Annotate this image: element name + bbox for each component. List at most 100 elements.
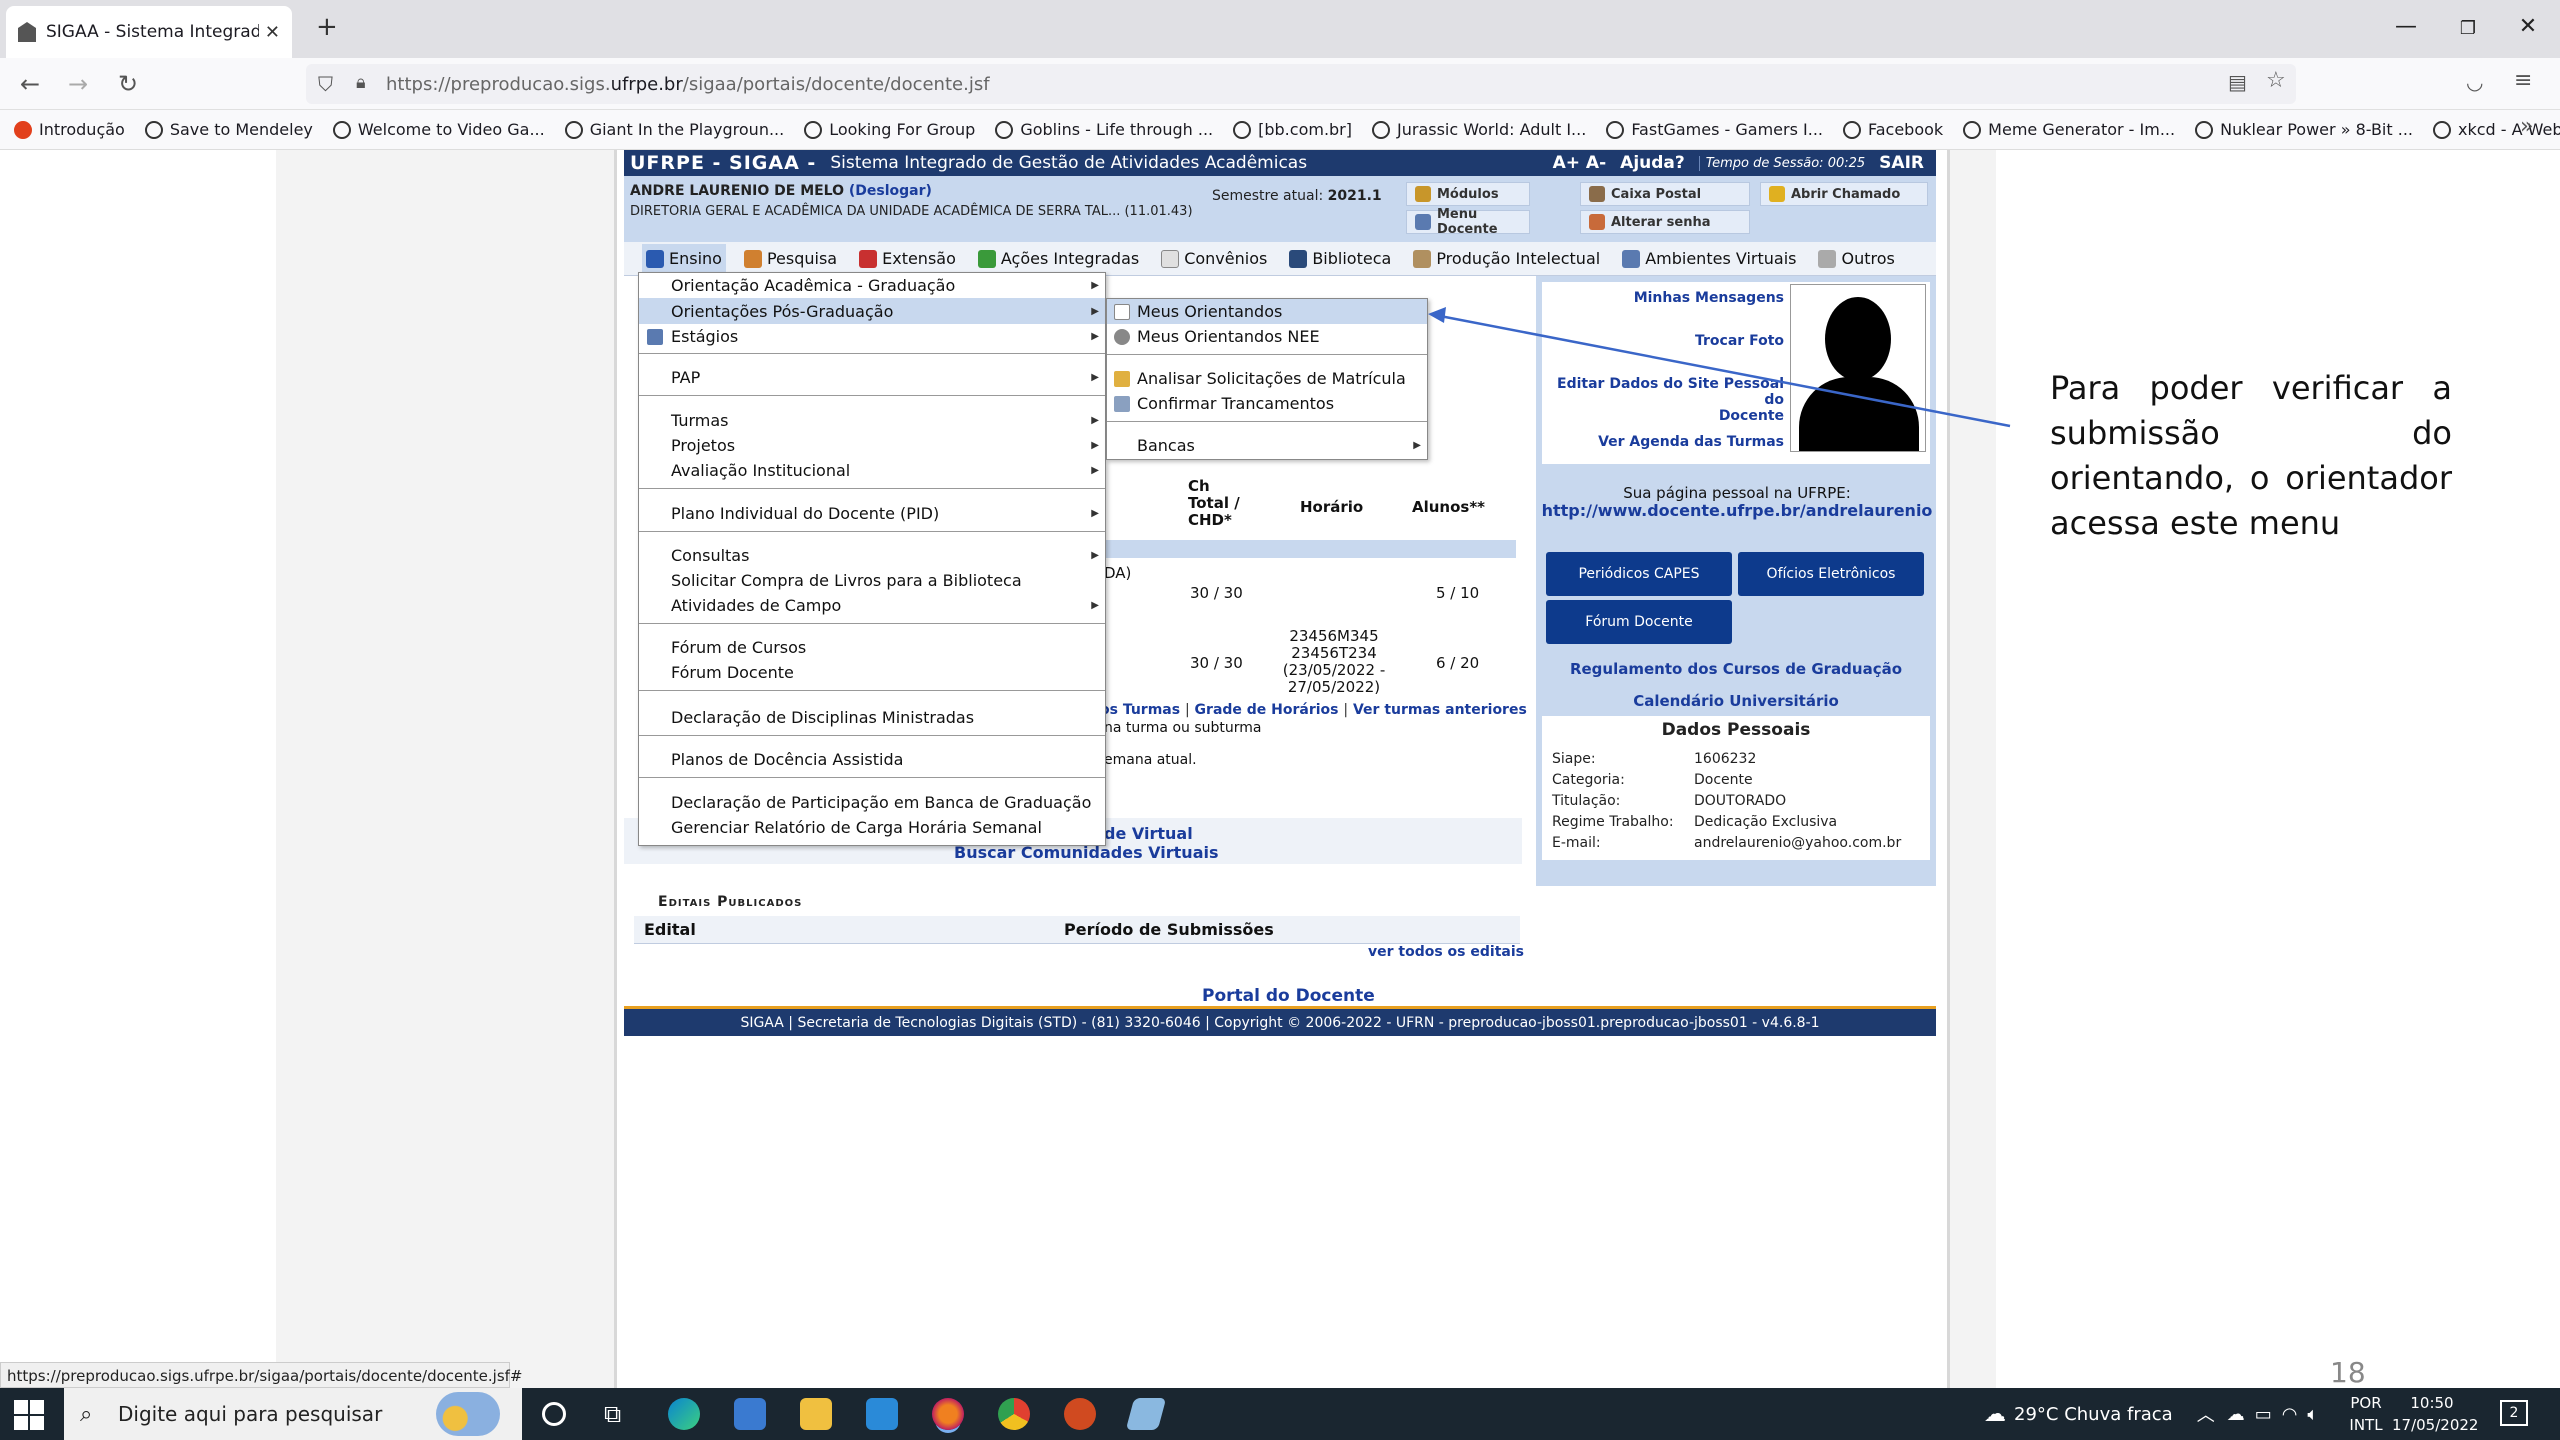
menu-item-consultas[interactable]: Consultas ▶: [639, 543, 1105, 568]
menu-item-relatorio-carga[interactable]: Gerenciar Relatório de Carga Horária Sem…: [639, 815, 1105, 840]
calendario-link[interactable]: Calendário Universitário: [1536, 692, 1936, 710]
browser-tab[interactable]: SIGAA - Sistema Integrado de G ✕: [6, 6, 292, 58]
submenu-orientandos-nee[interactable]: Meus Orientandos NEE: [1107, 324, 1427, 349]
task-view-icon[interactable]: ⧉: [604, 1400, 621, 1428]
pocket-icon[interactable]: ◡: [2466, 70, 2483, 94]
menu-outros[interactable]: Outros: [1814, 244, 1898, 274]
help-link[interactable]: Ajuda?: [1620, 153, 1685, 173]
menu-item-compra-livros[interactable]: Solicitar Compra de Livros para a Biblio…: [639, 568, 1105, 593]
regulamento-link[interactable]: Regulamento dos Cursos de Graduação: [1536, 660, 1936, 678]
volume-icon[interactable]: 🔈︎: [2307, 1404, 2318, 1425]
menu-item-estagios[interactable]: Estágios ▶: [639, 324, 1105, 349]
submenu-analisar-solicitacoes[interactable]: Analisar Solicitações de Matrícula: [1107, 366, 1427, 391]
lock-icon[interactable]: 🔒︎: [356, 72, 366, 93]
onedrive-icon[interactable]: ☁: [2227, 1404, 2245, 1425]
menu-item-turmas[interactable]: Turmas ▶: [639, 408, 1105, 433]
logoff-link[interactable]: (Deslogar): [849, 183, 932, 199]
menu-pesquisa[interactable]: Pesquisa: [740, 244, 841, 274]
wifi-icon[interactable]: ◠: [2282, 1404, 2298, 1425]
new-tab-button[interactable]: +: [316, 12, 338, 42]
restore-icon[interactable]: ❐: [2448, 18, 2488, 39]
close-window-icon[interactable]: ✕: [2508, 14, 2548, 39]
language-indicator[interactable]: POR INTL: [2346, 1392, 2386, 1436]
notification-center-icon[interactable]: 2: [2500, 1400, 2528, 1426]
menu-item-declaracao-disciplinas[interactable]: Declaração de Disciplinas Ministradas: [639, 705, 1105, 730]
menu-ensino[interactable]: Ensino: [642, 243, 726, 274]
modulos-button[interactable]: Módulos: [1406, 182, 1530, 206]
mail-icon[interactable]: [866, 1398, 898, 1430]
bookmark-item[interactable]: [bb.com.br]: [1233, 120, 1352, 139]
firefox-taskbar-icon[interactable]: [932, 1398, 964, 1430]
comunidade-virtual-link[interactable]: de Virtual: [1104, 824, 1193, 843]
menu-item-forum-cursos[interactable]: Fórum de Cursos: [639, 635, 1105, 660]
bookmark-item[interactable]: xkcd - A Webcomic - ...: [2432, 120, 2560, 139]
bookmark-item[interactable]: Looking For Group: [804, 120, 975, 139]
font-size-controls[interactable]: A+ A-: [1553, 153, 1607, 173]
bookmark-item[interactable]: Introdução: [14, 120, 125, 139]
menu-item-orientacoes-pos[interactable]: Orientações Pós-Graduação ▶: [639, 298, 1105, 324]
menu-ambientes-virtuais[interactable]: Ambientes Virtuais: [1618, 244, 1800, 274]
tray-expand-icon[interactable]: ︿: [2197, 1401, 2215, 1427]
bookmarks-overflow-icon[interactable]: »: [2520, 114, 2533, 139]
minimize-icon[interactable]: —: [2386, 14, 2426, 39]
taskbar-clock[interactable]: 10:50 17/05/2022: [2392, 1392, 2478, 1436]
ver-agenda-link[interactable]: Ver Agenda das Turmas: [1546, 434, 1784, 450]
submenu-bancas[interactable]: Bancas ▶: [1107, 433, 1427, 458]
todas-turmas-link[interactable]: os Turmas: [1100, 702, 1180, 718]
menu-extensao[interactable]: Extensão: [855, 244, 960, 274]
menu-item-pap[interactable]: PAP ▶: [639, 365, 1105, 390]
editar-site-link[interactable]: Editar Dados do Site Pessoal do Docente: [1546, 376, 1784, 424]
bookmark-item[interactable]: Goblins - Life through ...: [995, 120, 1213, 139]
reload-icon[interactable]: ↻: [112, 70, 144, 98]
bookmark-item[interactable]: Giant In the Playgroun...: [564, 120, 784, 139]
abrir-chamado-button[interactable]: Abrir Chamado: [1760, 182, 1928, 206]
forum-docente-button[interactable]: Fórum Docente: [1546, 600, 1732, 644]
weather-text[interactable]: 29°C Chuva fraca: [2014, 1404, 2173, 1425]
portal-docente-link[interactable]: Portal do Docente: [1202, 986, 1375, 1006]
menu-item-docencia-assistida[interactable]: Planos de Docência Assistida: [639, 747, 1105, 772]
cortana-icon[interactable]: [542, 1402, 566, 1426]
bookmark-item[interactable]: FastGames - Gamers I...: [1606, 120, 1823, 139]
menu-docente-button[interactable]: Menu Docente: [1406, 207, 1530, 237]
logout-link[interactable]: SAIR: [1879, 153, 1924, 173]
menu-convenios[interactable]: Convênios: [1157, 244, 1271, 274]
ver-todos-editais-link[interactable]: ver todos os editais: [1368, 944, 1524, 960]
avatar[interactable]: [1790, 284, 1926, 452]
alterar-senha-button[interactable]: Alterar senha: [1580, 210, 1750, 234]
bookmark-item[interactable]: Nuklear Power » 8-Bit ...: [2195, 120, 2413, 139]
menu-item-pid[interactable]: Plano Individual do Docente (PID) ▶: [639, 501, 1105, 526]
menu-item-orientacao-academica[interactable]: Orientação Acadêmica - Graduação ▶: [639, 273, 1105, 298]
forward-icon[interactable]: →: [62, 70, 94, 98]
caixa-postal-button[interactable]: Caixa Postal: [1580, 182, 1750, 206]
powerpoint-icon[interactable]: [1064, 1398, 1096, 1430]
chrome-icon[interactable]: [998, 1398, 1030, 1430]
battery-icon[interactable]: ▭: [2255, 1404, 2272, 1425]
shield-icon[interactable]: ⛉: [318, 72, 333, 96]
minhas-mensagens-link[interactable]: Minhas Mensagens: [1546, 290, 1784, 306]
trocar-foto-link[interactable]: Trocar Foto: [1546, 333, 1784, 349]
bookmark-star-icon[interactable]: ☆: [2266, 68, 2286, 93]
bookmark-item[interactable]: Welcome to Video Ga...: [332, 120, 545, 139]
bookmark-item[interactable]: Meme Generator - Im...: [1963, 120, 2175, 139]
submenu-confirmar-trancamentos[interactable]: Confirmar Trancamentos: [1107, 391, 1427, 416]
menu-producao-intelectual[interactable]: Produção Intelectual: [1409, 244, 1604, 274]
oficios-eletronicos-button[interactable]: Ofícios Eletrônicos: [1738, 552, 1924, 596]
windows-start-icon[interactable]: [14, 1398, 46, 1430]
weather-widget-icon[interactable]: [436, 1392, 500, 1436]
turmas-anteriores-link[interactable]: Ver turmas anteriores: [1353, 702, 1527, 718]
bookmark-item[interactable]: Jurassic World: Adult I...: [1372, 120, 1586, 139]
back-icon[interactable]: ←: [14, 70, 46, 98]
periodicos-capes-button[interactable]: Periódicos CAPES: [1546, 552, 1732, 596]
edge-icon[interactable]: [668, 1398, 700, 1430]
bookmark-item[interactable]: Save to Mendeley: [144, 120, 313, 139]
store-icon[interactable]: [734, 1398, 766, 1430]
menu-item-forum-docente[interactable]: Fórum Docente: [639, 660, 1105, 685]
menu-item-avaliacao[interactable]: Avaliação Institucional ▶: [639, 458, 1105, 483]
reader-view-icon[interactable]: ▤: [2228, 70, 2247, 94]
address-bar[interactable]: https://preproducao.sigs. ufrpe.br/sigaa/…: [306, 64, 2296, 104]
submenu-meus-orientandos[interactable]: Meus Orientandos: [1107, 299, 1427, 324]
bookmark-item[interactable]: Facebook: [1842, 120, 1943, 139]
file-explorer-icon[interactable]: [800, 1398, 832, 1430]
pagina-pessoal-url[interactable]: http://www.docente.ufrpe.br/andrelaureni…: [1540, 501, 1934, 520]
menu-item-declaracao-banca[interactable]: Declaração de Participação em Banca de G…: [639, 790, 1105, 815]
